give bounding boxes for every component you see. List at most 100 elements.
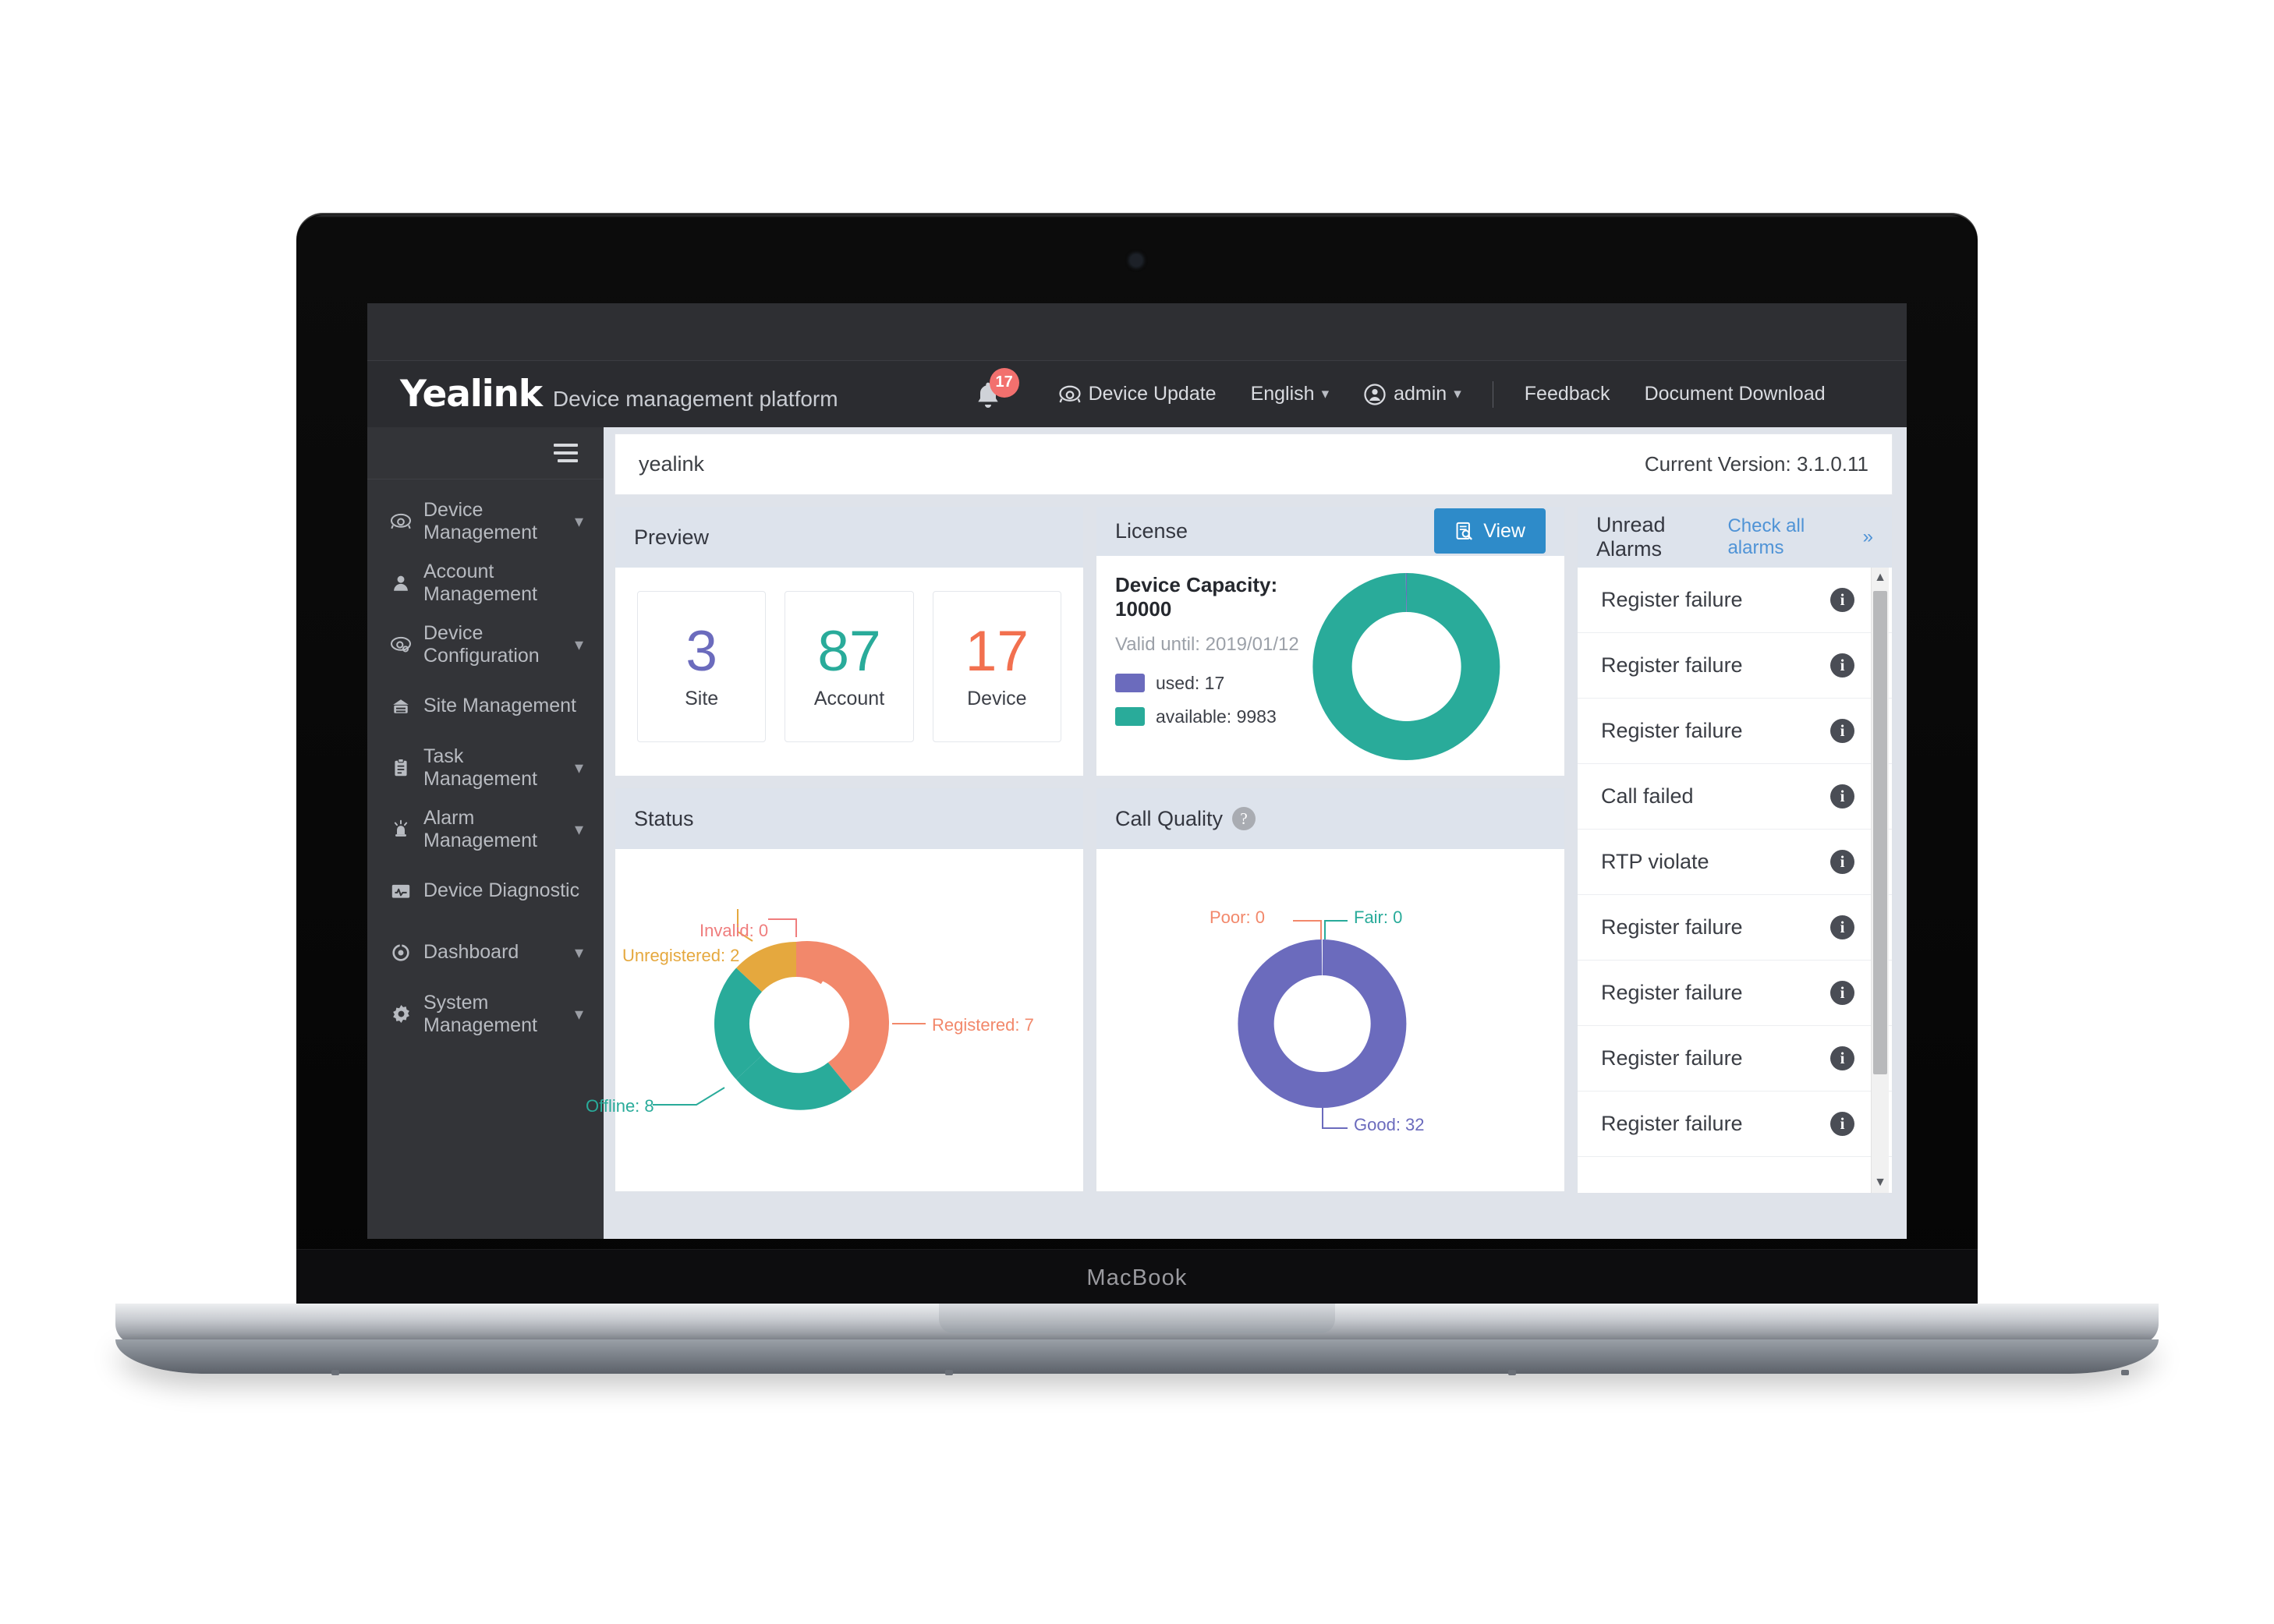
scroll-up-arrow-icon[interactable]: ▲ [1872,568,1889,588]
legend-item-available: available: 9983 [1115,706,1314,727]
laptop-base-bottom [115,1339,2159,1374]
sidebar-collapse-button[interactable] [367,427,604,479]
browser-chrome-strip [367,303,1907,361]
sidebar-item-device-diagnostic[interactable]: Device Diagnostic [367,860,604,922]
top-navbar: Yealink Device management platform 17 De… [367,361,1907,427]
info-icon[interactable]: i [1830,588,1854,612]
alarm-row[interactable]: Register failure i [1578,633,1892,699]
status-label-offline: Offline: 8 [586,1096,654,1116]
laptop-mockup: Yealink Device management platform 17 De… [0,0,2274,1624]
nav-item-device-update[interactable]: Device Update [1041,383,1234,405]
legend-swatch [1115,674,1145,693]
navbar-right: 17 Device Update English ▾ admin ▾ Feedb… [972,367,1843,416]
alarms-scrollbar[interactable]: ▲ ▼ [1871,568,1889,1193]
license-card-body: Device Capacity: 10000 Valid until: 2019… [1096,556,1564,776]
info-icon[interactable]: i [1830,850,1854,874]
unread-alarms-body: Register failure i Register failure i Re… [1578,568,1892,1193]
license-donut-chart[interactable] [1291,551,1525,781]
notification-badge: 17 [989,367,1019,398]
check-all-alarms-label: Check all alarms [1727,515,1805,558]
sidebar-item-site-management[interactable]: Site Management [367,675,604,737]
info-icon[interactable]: i [1830,1046,1854,1070]
sidebar-item-alarm-management[interactable]: Alarm Management ▾ [367,798,604,860]
laptop-foot [331,1370,339,1375]
call-quality-title-text: Call Quality [1115,806,1224,830]
right-column: Unread Alarms Check all alarms » Registe… [1577,506,1893,1194]
nav-item-account[interactable]: admin ▾ [1346,383,1479,406]
sidebar-item-system-management[interactable]: System Management ▾ [367,983,604,1045]
alarm-row[interactable]: Register failure i [1578,961,1892,1026]
macbook-label: MacBook [1086,1265,1188,1290]
call-quality-card-title: Call Quality ? [1115,807,1256,831]
laptop-foot [2121,1370,2129,1375]
sidebar-item-task-management[interactable]: Task Management ▾ [367,737,604,798]
status-donut-chart[interactable]: Invalid: 0 Unregistered: 2 Registered: 7… [586,849,1083,1191]
stat-account[interactable]: 87 Account [785,591,914,742]
alarm-label: Call failed [1601,784,1694,808]
chevron-down-icon: ▾ [574,634,583,654]
alarm-row[interactable]: Register failure i [1578,1026,1892,1092]
info-icon[interactable]: i [1830,653,1854,678]
alarm-row[interactable]: Register failure i [1578,895,1892,961]
chevron-down-icon: ▾ [574,1003,583,1024]
clipboard-icon [388,756,414,780]
notification-bell-button[interactable]: 17 [972,367,1019,416]
double-chevron-right-icon: » [1862,526,1873,547]
stat-device[interactable]: 17 Device [932,591,1061,742]
info-icon[interactable]: i [1830,981,1854,1005]
brand-name: Yealink [400,373,543,416]
question-mark-icon[interactable]: ? [1232,807,1256,830]
nav-item-feedback[interactable]: Feedback [1507,383,1628,405]
brand-logo[interactable]: Yealink Device management platform [400,373,838,416]
chevron-down-icon: ▾ [1321,386,1330,402]
phone-icon [388,510,414,533]
alarm-label: Register failure [1601,981,1743,1004]
nav-item-document-download[interactable]: Document Download [1628,383,1843,405]
alarm-row[interactable]: Call failed i [1578,764,1892,830]
license-legend: used: 17 available: 9983 [1115,673,1314,727]
unread-alarms-header: Unread Alarms Check all alarms » [1578,507,1892,568]
alarm-row[interactable]: RTP violate i [1578,830,1892,895]
sidebar-item-account-management[interactable]: Account Management [367,552,604,614]
legend-swatch [1115,707,1145,727]
legend-item-used: used: 17 [1115,673,1314,694]
scrollbar-thumb[interactable] [1873,591,1887,1074]
info-icon[interactable]: i [1830,719,1854,743]
sidebar-item-dashboard[interactable]: Dashboard ▾ [367,922,604,983]
alarm-row[interactable]: Register failure i [1578,568,1892,633]
unread-alarms-title: Unread Alarms [1596,513,1666,561]
stat-site[interactable]: 3 Site [637,591,767,742]
stat-value: 87 [817,620,881,683]
alarm-label: Register failure [1601,1046,1743,1070]
view-button[interactable]: View [1434,508,1546,554]
preview-card-title: Preview [634,525,710,549]
sidebar-item-device-management[interactable]: Device Management ▾ [367,490,604,552]
scroll-down-arrow-icon[interactable]: ▼ [1872,1173,1889,1193]
monitor-wave-icon [388,879,414,903]
unread-alarms-card: Unread Alarms Check all alarms » Registe… [1577,506,1893,1194]
sidebar-item-device-configuration[interactable]: Device Configuration ▾ [367,614,604,675]
dashboard-grid: Preview 3 Site 87 Account 17 Device Stat… [586,506,1893,1194]
check-all-alarms-link[interactable]: Check all alarms » [1727,515,1873,559]
nav-item-language[interactable]: English ▾ [1234,383,1347,405]
stat-value: 17 [965,620,1029,683]
info-icon[interactable]: i [1830,784,1854,808]
nav-item-label: admin [1394,383,1447,405]
info-icon[interactable]: i [1830,915,1854,939]
sidebar-item-label: Device Configuration [423,621,540,667]
info-icon[interactable]: i [1830,1112,1854,1136]
view-button-label: View [1483,519,1525,542]
laptop-foot [1508,1370,1516,1375]
legend-label: available: 9983 [1156,706,1277,727]
stat-value: 3 [685,620,717,683]
device-capacity-label: Device Capacity: 10000 [1115,572,1278,621]
nav-item-label: Device Update [1088,383,1217,405]
alarm-row[interactable]: Register failure i [1578,699,1892,764]
hamburger-icon [554,444,578,462]
call-quality-card-body: Poor: 0 Fair: 0 Good: 32 [1096,849,1564,1191]
laptop-chin: MacBook [296,1249,1978,1307]
call-quality-donut-chart[interactable]: Poor: 0 Fair: 0 Good: 32 [1096,849,1564,1191]
alarm-row[interactable]: Register failure i [1578,1092,1892,1157]
preview-card: Preview 3 Site 87 Account 17 Device [615,506,1084,777]
alarm-label: Register failure [1601,653,1743,677]
